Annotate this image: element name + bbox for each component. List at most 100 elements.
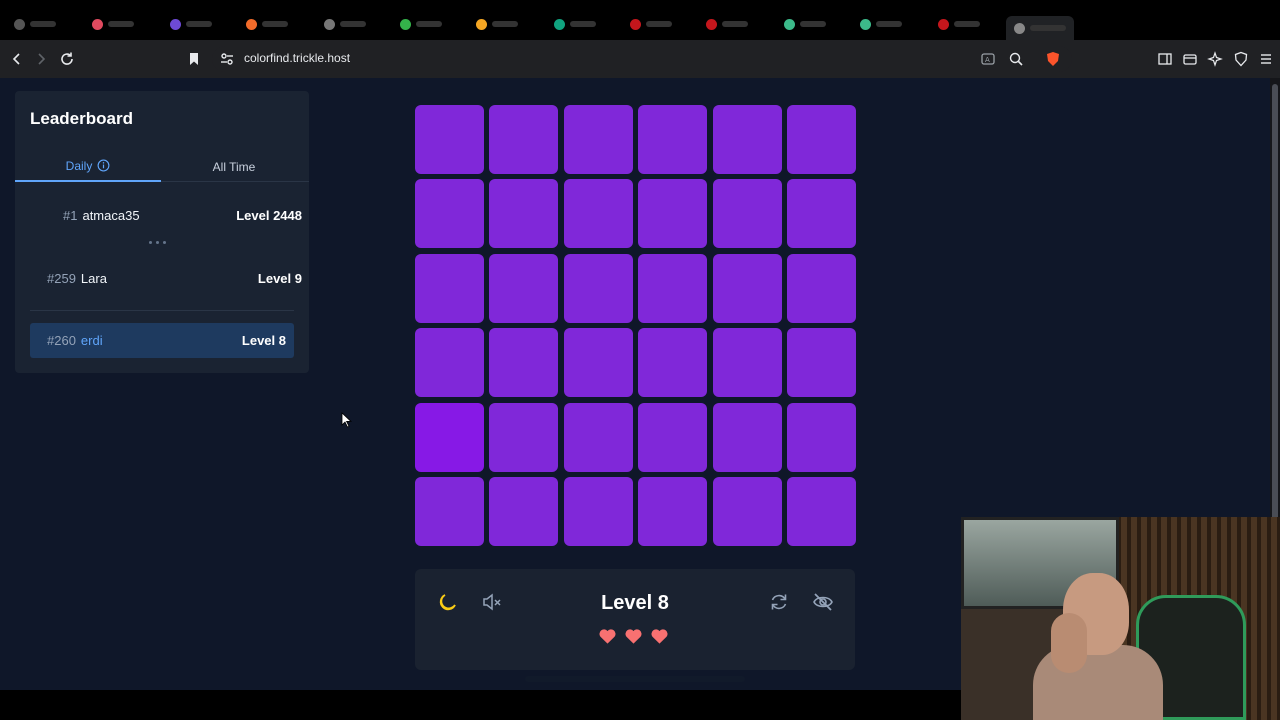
browser-tab[interactable] <box>14 14 56 34</box>
leo-ai-icon[interactable] <box>1205 49 1225 69</box>
wallet-icon[interactable] <box>1180 49 1200 69</box>
browser-tab[interactable] <box>784 14 826 34</box>
tab-all-time-label: All Time <box>212 159 256 174</box>
panel-handle <box>525 676 745 682</box>
restart-button[interactable] <box>767 590 791 614</box>
bookmark-icon[interactable] <box>184 49 204 69</box>
grid-cell[interactable] <box>564 254 633 323</box>
heart-icon <box>599 629 616 644</box>
grid-cell[interactable] <box>489 403 558 472</box>
heart-icon <box>651 629 668 644</box>
browser-tab[interactable] <box>630 14 672 34</box>
game-controls: Level 8 <box>415 569 855 670</box>
browser-tab[interactable] <box>246 14 288 34</box>
player-level: Level 2448 <box>236 207 302 223</box>
player-level: Level 9 <box>257 270 302 286</box>
leaderboard-panel: Leaderboard Daily All Time #1 atmaca35 L… <box>15 91 309 373</box>
lives-hearts <box>598 627 669 646</box>
grid-cell[interactable] <box>564 477 633 546</box>
tab-all-time[interactable]: All Time <box>161 151 307 182</box>
browser-tab[interactable] <box>400 14 442 34</box>
grid-cell[interactable] <box>713 179 782 248</box>
browser-tab[interactable] <box>170 14 212 34</box>
leaderboard-row: #1 atmaca35 Level 2448 <box>63 200 302 230</box>
grid-cell[interactable] <box>787 105 856 174</box>
grid-cell[interactable] <box>787 403 856 472</box>
menu-icon[interactable] <box>1256 49 1276 69</box>
tab-daily[interactable]: Daily <box>15 151 161 182</box>
grid-cell[interactable] <box>415 254 484 323</box>
grid-cell[interactable] <box>415 403 484 472</box>
zoom-icon[interactable] <box>1006 49 1026 69</box>
translate-icon[interactable]: A <box>978 49 998 69</box>
player-name: atmaca35 <box>82 207 140 223</box>
grid-cell[interactable] <box>787 328 856 397</box>
browser-tab-active[interactable] <box>1006 16 1074 40</box>
grid-cell[interactable] <box>713 254 782 323</box>
webcam-overlay <box>961 517 1280 720</box>
info-icon[interactable] <box>97 159 110 172</box>
divider <box>30 310 294 311</box>
browser-tab[interactable] <box>554 14 596 34</box>
player-level: Level 8 <box>241 333 286 348</box>
grid-cell[interactable] <box>787 179 856 248</box>
browser-tab[interactable] <box>476 14 518 34</box>
grid-cell[interactable] <box>713 105 782 174</box>
leaderboard-title: Leaderboard <box>30 109 133 128</box>
forward-icon[interactable] <box>31 49 51 69</box>
rank: #260 <box>47 333 76 348</box>
grid-cell[interactable] <box>564 403 633 472</box>
grid-cell[interactable] <box>638 477 707 546</box>
grid-cell[interactable] <box>564 328 633 397</box>
grid-cell[interactable] <box>489 477 558 546</box>
grid-cell[interactable] <box>489 179 558 248</box>
tab-daily-label: Daily <box>65 158 93 173</box>
rank: #1 <box>63 207 78 223</box>
grid-cell[interactable] <box>638 403 707 472</box>
vpn-shield-icon[interactable] <box>1231 49 1251 69</box>
player-name: Lara <box>80 270 107 286</box>
brave-shields-icon[interactable] <box>1043 49 1063 69</box>
svg-text:A: A <box>985 56 990 64</box>
grid-cell[interactable] <box>489 328 558 397</box>
eye-off-icon <box>813 593 833 611</box>
rank: #259 <box>47 270 76 286</box>
browser-tab[interactable] <box>938 14 980 34</box>
reload-icon[interactable] <box>57 49 77 69</box>
browser-tab[interactable] <box>706 14 748 34</box>
grid-cell[interactable] <box>489 105 558 174</box>
browser-tab[interactable] <box>92 14 134 34</box>
grid-cell[interactable] <box>415 105 484 174</box>
browser-tab-strip <box>0 0 1280 40</box>
grid-cell[interactable] <box>713 403 782 472</box>
leaderboard-tabs: Daily All Time <box>15 151 309 182</box>
grid-cell[interactable] <box>787 254 856 323</box>
leaderboard-row-current-user: #260 erdi Level 8 <box>30 323 294 358</box>
heart-icon <box>625 629 642 644</box>
grid-cell[interactable] <box>415 477 484 546</box>
grid-cell[interactable] <box>638 105 707 174</box>
grid-cell[interactable] <box>638 179 707 248</box>
site-settings-icon[interactable] <box>217 49 237 69</box>
grid-cell[interactable] <box>638 254 707 323</box>
grid-cell[interactable] <box>564 179 633 248</box>
grid-cell[interactable] <box>713 477 782 546</box>
grid-cell[interactable] <box>787 477 856 546</box>
grid-cell[interactable] <box>564 105 633 174</box>
mouse-cursor-icon <box>341 412 353 428</box>
grid-cell[interactable] <box>415 179 484 248</box>
hide-toggle[interactable] <box>811 590 835 614</box>
grid-cell[interactable] <box>415 328 484 397</box>
grid-cell[interactable] <box>638 328 707 397</box>
url-text[interactable]: colorfind.trickle.host <box>244 51 350 65</box>
browser-tab[interactable] <box>324 14 366 34</box>
leaderboard-row: #259 Lara Level 9 <box>47 263 302 293</box>
browser-tab[interactable] <box>860 14 902 34</box>
color-grid <box>415 105 856 546</box>
grid-cell[interactable] <box>489 254 558 323</box>
player-name: erdi <box>80 333 103 348</box>
grid-cell[interactable] <box>713 328 782 397</box>
sidebar-toggle-icon[interactable] <box>1155 49 1175 69</box>
restart-icon <box>771 594 787 610</box>
back-icon[interactable] <box>7 49 27 69</box>
